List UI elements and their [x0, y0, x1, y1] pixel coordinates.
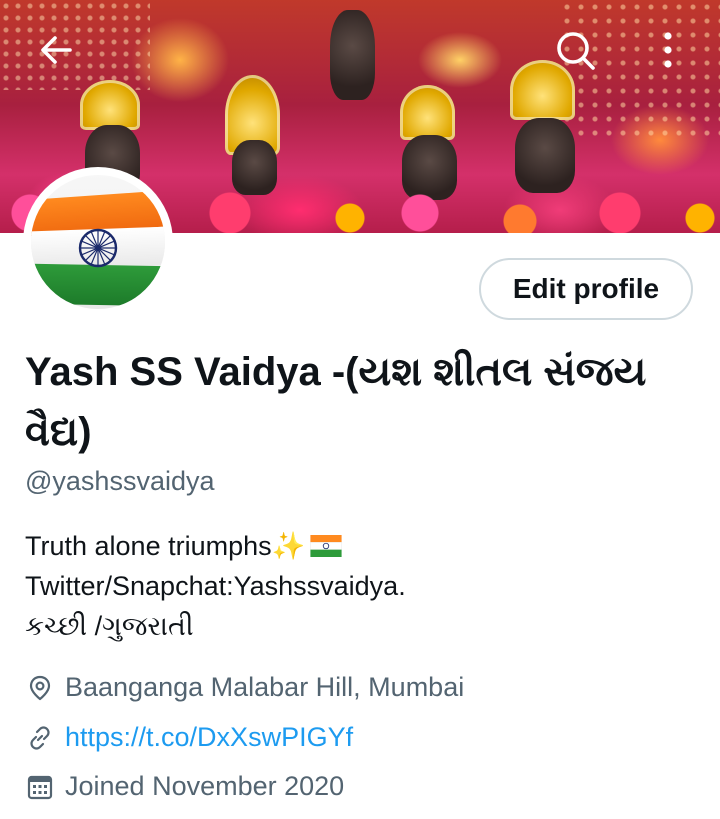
banner-crown [400, 85, 455, 140]
location-row: Baanganga Malabar Hill, Mumbai [25, 672, 464, 703]
ashoka-chakra-icon [78, 228, 118, 268]
bio-line: કચ્છી /ગુજરાતી [25, 611, 194, 641]
bio: Truth alone triumphs✨ Twitter/Snapchat:Y… [25, 526, 406, 646]
calendar-icon [25, 772, 55, 802]
search-button[interactable] [553, 28, 597, 72]
display-name: Yash SS Vaidya -(યશ શીતલ સંજય વૈદ્ય) [25, 350, 647, 454]
link-icon [25, 723, 55, 753]
bio-line: Truth alone triumphs✨ [25, 531, 306, 561]
joined-row: Joined November 2020 [25, 771, 344, 802]
website-link[interactable]: https://t.co/DxXswPIGYf [65, 722, 353, 753]
search-icon [557, 32, 595, 70]
banner-figure [330, 10, 375, 100]
user-handle: @yashssvaidya [25, 466, 215, 496]
banner-crown [80, 80, 140, 130]
arrow-left-icon [41, 36, 72, 64]
more-button[interactable] [646, 28, 690, 72]
location-pin-icon [25, 673, 55, 703]
more-vertical-icon [664, 32, 672, 68]
location-text: Baanganga Malabar Hill, Mumbai [65, 672, 465, 702]
website-row: https://t.co/DxXswPIGYf [25, 722, 353, 753]
edit-profile-button[interactable]: Edit profile [479, 258, 693, 320]
india-flag-icon [310, 535, 343, 557]
avatar-image [31, 175, 165, 309]
joined-text: Joined November 2020 [65, 771, 345, 801]
avatar[interactable] [23, 167, 173, 317]
back-button[interactable] [34, 28, 78, 72]
bio-line: Twitter/Snapchat:Yashssvaidya. [25, 571, 406, 601]
